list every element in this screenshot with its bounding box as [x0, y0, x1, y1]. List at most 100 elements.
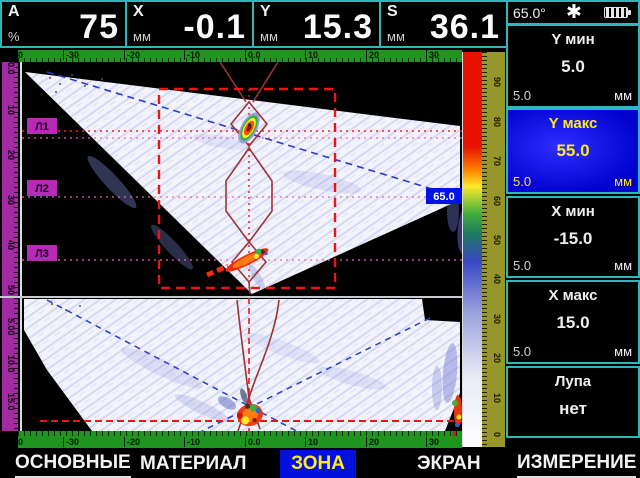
ruler-label: 40: [492, 274, 502, 284]
ruler-label: 20: [366, 437, 379, 447]
readout-unit: мм: [260, 29, 278, 44]
ruler-label: 10.0: [6, 355, 16, 373]
ruler-label: 50: [6, 285, 16, 295]
ruler-label: 0.0: [245, 50, 261, 60]
readout-x: X мм -0.1: [125, 0, 254, 48]
param-x-min[interactable]: X мин -15.0 5.0 мм: [506, 196, 640, 278]
param-unit: мм: [614, 344, 632, 359]
param-title: Y макс: [508, 115, 638, 132]
ruler-label: 0: [18, 437, 23, 447]
ruler-label: 60: [492, 196, 502, 206]
readout-letter: A: [8, 3, 20, 21]
ruler-label: 70: [492, 156, 502, 166]
readout-letter: Y: [260, 3, 271, 21]
readout-s: S мм 36.1: [379, 0, 508, 48]
ruler-label: 0: [18, 50, 23, 60]
param-unit: мм: [614, 258, 632, 273]
readout-amplitude: A % 75: [0, 0, 127, 48]
svg-text:Л3: Л3: [35, 248, 49, 260]
ruler-label: -20: [124, 437, 140, 447]
ruler-label: 20: [6, 150, 16, 160]
beam-angle-badge: 65.0: [426, 188, 462, 204]
param-step: 5.0: [513, 88, 531, 103]
ruler-label: -20: [124, 50, 140, 60]
ruler-depth-top: 0.0 10 20 30 40 50: [2, 62, 18, 296]
readout-value: 15.3: [303, 8, 373, 47]
ruler-label: 10: [305, 50, 318, 60]
readout-y: Y мм 15.3: [252, 0, 381, 48]
ruler-label: 30: [426, 50, 439, 60]
ruler-corner: [0, 50, 18, 62]
battery-icon: [604, 7, 628, 18]
planar-scan-view: [20, 298, 462, 431]
ruler-red-mark: [453, 431, 456, 436]
flaw-detector-screen: A % 75 X мм -0.1 Y мм 15.3 S мм 36.1 65.…: [0, 0, 640, 478]
param-value: 5.0: [508, 57, 638, 77]
amplitude-colorbar: [462, 52, 482, 447]
param-title: Лупа: [508, 373, 638, 390]
ruler-label: 30: [426, 437, 439, 447]
ruler-label: 0.0: [6, 62, 16, 75]
svg-text:65.0: 65.0: [433, 191, 454, 203]
param-value: 55.0: [508, 141, 638, 161]
menu-ekran[interactable]: ЭКРАН: [417, 450, 481, 478]
param-y-min[interactable]: Y мин 5.0 5.0 мм: [506, 24, 640, 108]
ruler-label: -10: [184, 50, 200, 60]
readout-value: -0.1: [183, 8, 246, 47]
param-step: 5.0: [513, 174, 531, 189]
param-title: X макс: [508, 287, 638, 304]
gate-label-3: Л3: [27, 245, 57, 261]
param-title: Y мин: [508, 31, 638, 48]
main-menu-bar: ОСНОВНЫЕ МАТЕРИАЛ ЗОНА ЭКРАН ИЗМЕРЕНИЕ: [0, 450, 640, 478]
readout-unit: %: [8, 29, 20, 44]
svg-text:Л2: Л2: [35, 183, 49, 195]
ruler-depth-bottom: 5.00 10.0 15.0: [2, 298, 18, 431]
menu-izmerenie[interactable]: ИЗМЕРЕНИЕ: [517, 450, 636, 478]
ruler-label: 15.0: [6, 393, 16, 411]
ruler-bottom-horizontal: 0-30-20-100.0102030: [18, 431, 462, 448]
ruler-amplitude: 9080706050403020100: [482, 52, 505, 447]
ruler-top-horizontal: 0 -30 -20 -10 0.0 10 20 30: [18, 50, 462, 62]
gate-label-2: Л2: [27, 180, 57, 196]
ruler-label: 80: [492, 117, 502, 127]
probe-angle: 65.0°: [513, 5, 546, 21]
menu-material[interactable]: МАТЕРИАЛ: [140, 450, 247, 478]
readout-letter: X: [133, 3, 144, 21]
ruler-label: 10: [305, 437, 318, 447]
param-value: нет: [508, 399, 638, 419]
ruler-label: 90: [492, 77, 502, 87]
param-x-max[interactable]: X макс 15.0 5.0 мм: [506, 280, 640, 364]
menu-osnovnye[interactable]: ОСНОВНЫЕ: [15, 450, 131, 478]
ruler-label: -30: [63, 50, 79, 60]
readout-value: 36.1: [430, 8, 500, 47]
svg-text:Л1: Л1: [35, 121, 49, 133]
param-step: 5.0: [513, 344, 531, 359]
ruler-label: 20: [492, 353, 502, 363]
ruler-label: 30: [492, 314, 502, 324]
menu-zona-selected[interactable]: ЗОНА: [280, 450, 356, 478]
param-unit: мм: [614, 88, 632, 103]
ruler-label: 10: [492, 393, 502, 403]
ruler-label: 5.00: [6, 318, 16, 336]
ruler-label: 0: [492, 432, 502, 437]
readout-unit: мм: [387, 29, 405, 44]
status-cell: 65.0° ✱: [506, 0, 640, 25]
star-icon: ✱: [566, 1, 582, 24]
ruler-label: 20: [366, 50, 379, 60]
ruler-label: 0.0: [245, 437, 261, 447]
menu-zona-label: ЗОНА: [280, 450, 356, 478]
gate-label-1: Л1: [27, 118, 57, 134]
param-title: X мин: [508, 203, 638, 220]
ruler-label: 40: [6, 240, 16, 250]
param-value: -15.0: [508, 229, 638, 249]
param-y-max[interactable]: Y макс 55.0 5.0 мм: [506, 108, 640, 194]
ruler-label: -10: [184, 437, 200, 447]
ruler-label: 10: [6, 105, 16, 115]
param-unit: мм: [614, 174, 632, 189]
param-zoom[interactable]: Лупа нет: [506, 366, 640, 438]
readout-value: 75: [79, 8, 119, 47]
ruler-label: 30: [6, 195, 16, 205]
param-value: 15.0: [508, 313, 638, 333]
sector-scan-view: Л1 Л2 Л3 65.0: [20, 62, 462, 296]
readout-letter: S: [387, 3, 398, 21]
